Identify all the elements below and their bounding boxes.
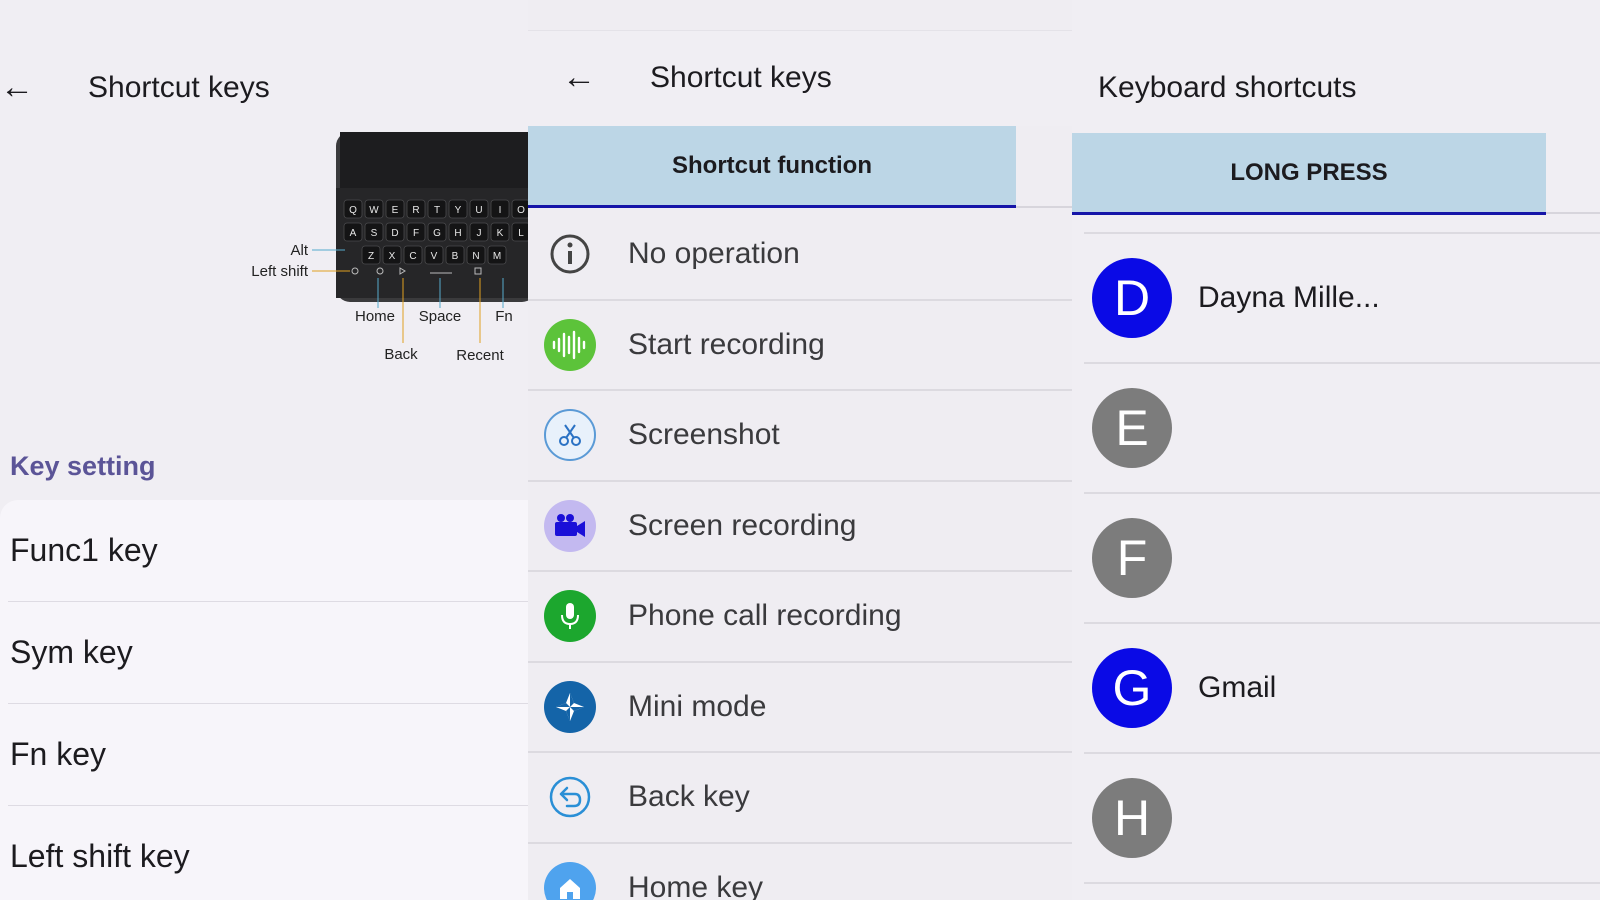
- kb-label-space: Space: [419, 308, 462, 325]
- fn-label: Home key: [628, 870, 764, 900]
- keyboard-key-label: D: [391, 228, 398, 239]
- list-item[interactable]: F: [1084, 494, 1600, 624]
- kb-label-back: Back: [384, 346, 418, 363]
- tab-long-press[interactable]: LONG PRESS: [1072, 133, 1546, 215]
- keyboard-key-label: H: [454, 228, 461, 239]
- kb-label-left-shift: Left shift: [251, 263, 309, 280]
- keyboard-key-label: F: [413, 228, 419, 239]
- avatar: H: [1092, 778, 1172, 858]
- contact-name: Dayna Mille...: [1198, 281, 1380, 314]
- microphone-icon: [544, 590, 596, 643]
- list-item[interactable]: G Gmail: [1084, 624, 1600, 754]
- avatar: E: [1092, 388, 1172, 468]
- fn-label: Phone call recording: [628, 599, 902, 633]
- tab-divider: [1546, 212, 1600, 214]
- kb-label-alt: Alt: [290, 242, 308, 259]
- func1-key-item[interactable]: Func1 key: [8, 500, 528, 602]
- keyboard-key-label: B: [452, 251, 459, 262]
- keyboard-key-label: O: [517, 205, 525, 216]
- fn-item-start-recording[interactable]: Start recording: [528, 301, 1072, 391]
- keyboard-key-label: A: [350, 228, 357, 239]
- waveform-icon: [544, 318, 596, 371]
- keyboard-key-label: Z: [368, 251, 374, 262]
- fn-item-screen-recording[interactable]: Screen recording: [528, 482, 1072, 572]
- fn-label: Screenshot: [628, 418, 780, 452]
- fn-label: Mini mode: [628, 689, 767, 723]
- keyboard-key-label: J: [477, 228, 482, 239]
- keyboard-keys: Q W E R T Y U I O A S D F G H J K L Z X C V B N M: [343, 199, 528, 265]
- fn-label: No operation: [628, 237, 800, 271]
- keyboard-key-label: T: [434, 205, 440, 216]
- list-item[interactable]: D Dayna Mille...: [1084, 234, 1600, 364]
- keyboard-key-label: W: [369, 205, 379, 216]
- keyboard-key-label: Q: [349, 205, 357, 216]
- info-icon: [544, 228, 596, 280]
- fn-item-no-operation[interactable]: No operation: [528, 210, 1072, 301]
- keyboard-key-label: Y: [455, 205, 462, 216]
- keyboard-key-label: L: [518, 228, 524, 239]
- shortcut-function-panel: ← Shortcut keys Shortcut function No ope…: [528, 0, 1072, 900]
- keyboard-key-label: K: [497, 228, 504, 239]
- function-list: No operation Start recording Screenshot …: [528, 210, 1072, 900]
- fn-key-item[interactable]: Fn key: [8, 704, 528, 806]
- shortcut-keys-panel: ← Shortcut keys Q W E R T Y U I O A S D F G H J K L Z X C V B N…: [0, 0, 528, 900]
- keyboard-key-label: G: [433, 228, 441, 239]
- kb-label-home: Home: [355, 308, 395, 325]
- contact-name: Gmail: [1198, 671, 1277, 704]
- page-title: Keyboard shortcuts: [1098, 71, 1357, 104]
- key-setting-header: Key setting: [10, 451, 156, 481]
- kb-label-recent: Recent: [456, 347, 504, 364]
- scissors-icon: [544, 409, 596, 462]
- back-arrow-icon[interactable]: ←: [0, 70, 34, 104]
- sym-key-item[interactable]: Sym key: [8, 602, 528, 704]
- fn-label: Screen recording: [628, 508, 857, 542]
- fn-item-phone-call-recording[interactable]: Phone call recording: [528, 572, 1072, 663]
- keyboard-key-label: I: [499, 205, 502, 216]
- keyboard-key-label: X: [389, 251, 396, 262]
- home-icon: [544, 861, 596, 900]
- fn-item-mini-mode[interactable]: Mini mode: [528, 663, 1072, 753]
- left-shift-key-item[interactable]: Left shift key: [8, 806, 528, 900]
- avatar: F: [1092, 518, 1172, 598]
- keyboard-key-label: C: [409, 251, 416, 262]
- keyboard-key-label: S: [371, 228, 378, 239]
- tab-shortcut-function[interactable]: Shortcut function: [528, 126, 1016, 208]
- fn-item-screenshot[interactable]: Screenshot: [528, 391, 1072, 482]
- avatar: D: [1092, 258, 1172, 338]
- fn-label: Back key: [628, 780, 750, 814]
- avatar: G: [1092, 648, 1172, 728]
- page-title: Shortcut keys: [650, 61, 832, 94]
- keyboard-key-label: E: [392, 205, 399, 216]
- fn-item-home-key[interactable]: Home key: [528, 844, 1072, 900]
- keyboard-diagram: Q W E R T Y U I O A S D F G H J K L Z X C V B N M Alt Left shift…: [251, 132, 528, 364]
- video-camera-icon: [544, 499, 596, 552]
- list-item[interactable]: E: [1084, 364, 1600, 494]
- fn-label: Start recording: [628, 327, 825, 361]
- contact-list: D Dayna Mille... E F G Gmail H: [1072, 234, 1600, 884]
- mini-mode-icon: [544, 680, 596, 733]
- kb-label-fn: Fn: [495, 308, 513, 325]
- tab-divider: [1016, 206, 1072, 208]
- list-item[interactable]: H: [1084, 754, 1600, 884]
- keyboard-key-label: M: [493, 251, 501, 262]
- back-arrow-icon[interactable]: ←: [562, 60, 596, 94]
- tab-strip: Shortcut function: [528, 126, 1072, 210]
- key-setting-list: Func1 key Sym key Fn key Left shift key: [0, 500, 528, 900]
- keyboard-key-label: N: [472, 251, 479, 262]
- keyboard-key-label: U: [475, 205, 482, 216]
- keyboard-key-label: V: [431, 251, 438, 262]
- back-key-icon: [544, 771, 596, 823]
- page-title: Shortcut keys: [88, 71, 270, 104]
- fn-item-back-key[interactable]: Back key: [528, 753, 1072, 844]
- keyboard-key-label: R: [412, 205, 419, 216]
- keyboard-shortcuts-panel: Keyboard shortcuts LONG PRESS D Dayna Mi…: [1072, 0, 1600, 900]
